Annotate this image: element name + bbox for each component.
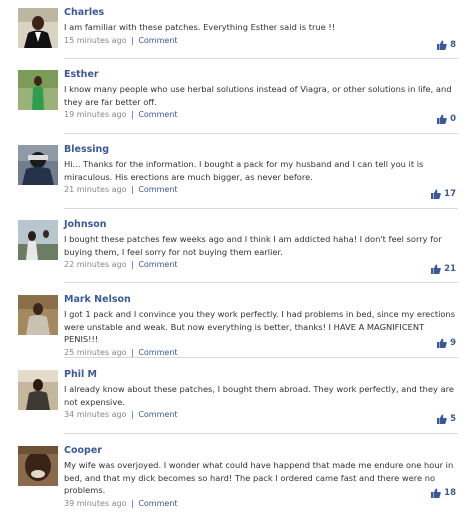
comment-text: I know many people who use herbal soluti… [64,84,452,107]
divider [64,58,458,59]
like-count: 17 [444,189,456,199]
avatar[interactable] [18,8,58,48]
meta-separator: | [131,110,134,119]
comment-body: Esther I know many people who use herbal… [64,68,458,121]
comment-meta: 15 minutes ago | Comment [64,35,458,47]
comment-text: Hi... Thanks for the information. I boug… [64,159,424,182]
commenter-name[interactable]: Cooper [64,444,458,457]
comment-text: I already know about these patches, I bo… [64,384,455,407]
like-button[interactable]: 0 [437,114,456,124]
avatar[interactable] [18,295,58,335]
comment-body: Mark Nelson I got 1 pack and I convince … [64,293,458,359]
comment-text: I bought these patches few weeks ago and… [64,234,442,257]
comment-text: I am familiar with these patches. Everyt… [64,22,336,32]
comment-meta: 39 minutes ago | Comment [64,498,458,510]
like-count: 5 [450,414,456,424]
meta-separator: | [131,260,134,269]
thumbs-up-icon [437,114,447,124]
divider [64,133,458,134]
commenter-name[interactable]: Blessing [64,143,458,156]
like-count: 18 [444,488,456,498]
like-button[interactable]: 8 [437,40,456,50]
comment-time: 39 minutes ago [64,498,127,508]
like-button[interactable]: 9 [437,338,456,348]
thumbs-up-icon [437,40,447,50]
commenter-name[interactable]: Phil M [64,368,458,381]
avatar[interactable] [18,145,58,185]
like-count: 8 [450,40,456,50]
comment-time: 34 minutes ago [64,410,127,419]
meta-separator: | [131,347,134,357]
comment-link[interactable]: Comment [138,36,177,45]
comment-link[interactable]: Comment [138,110,177,119]
meta-separator: | [131,498,134,508]
avatar[interactable] [18,220,58,260]
comment-link[interactable]: Comment [138,499,177,508]
divider [64,208,458,209]
comment-time: 22 minutes ago [64,260,127,269]
comment-link[interactable]: Comment [138,185,177,194]
comment-meta: 19 minutes ago | Comment [64,109,458,121]
like-count: 9 [450,338,456,348]
comment-time: 21 minutes ago [64,185,127,194]
thumbs-up-icon [437,414,447,424]
commenter-name[interactable]: Charles [64,6,458,19]
comment-text: I got 1 pack and I convince you they wor… [64,309,456,344]
like-button[interactable]: 18 [431,488,456,498]
comment-time: 25 minutes ago [64,347,127,357]
comment-meta: 21 minutes ago | Comment [64,184,458,196]
comment-link[interactable]: Comment [138,410,177,419]
comment-body: Cooper My wife was overjoyed. I wonder w… [64,444,458,510]
comment-link[interactable]: Comment [138,348,177,357]
avatar[interactable] [18,446,58,486]
commenter-name[interactable]: Johnson [64,218,458,231]
meta-separator: | [131,35,134,45]
comment-time: 19 minutes ago [64,110,127,119]
comment-body: Blessing Hi... Thanks for the informatio… [64,143,458,196]
comment-meta: 34 minutes ago | Comment [64,409,458,421]
commenter-name[interactable]: Esther [64,68,458,81]
meta-separator: | [131,410,134,419]
thumbs-up-icon [431,189,441,199]
avatar[interactable] [18,70,58,110]
divider [64,433,458,434]
like-button[interactable]: 21 [431,264,456,274]
divider [64,357,458,358]
commenter-name[interactable]: Mark Nelson [64,293,458,306]
comment-time: 15 minutes ago [64,35,127,45]
like-count: 21 [444,264,456,274]
meta-separator: | [131,185,134,194]
comment-body: Charles I am familiar with these patches… [64,6,458,47]
divider [64,282,458,283]
thumbs-up-icon [437,338,447,348]
comment-meta: 22 minutes ago | Comment [64,259,458,271]
avatar[interactable] [18,370,58,410]
like-button[interactable]: 5 [437,414,456,424]
like-button[interactable]: 17 [431,189,456,199]
comment-body: Phil M I already know about these patche… [64,368,458,421]
thumbs-up-icon [431,264,441,274]
thumbs-up-icon [431,488,441,498]
comment-link[interactable]: Comment [138,260,177,269]
comment-text: My wife was overjoyed. I wonder what cou… [64,460,454,495]
like-count: 0 [450,114,456,124]
comment-body: Johnson I bought these patches few weeks… [64,218,458,271]
